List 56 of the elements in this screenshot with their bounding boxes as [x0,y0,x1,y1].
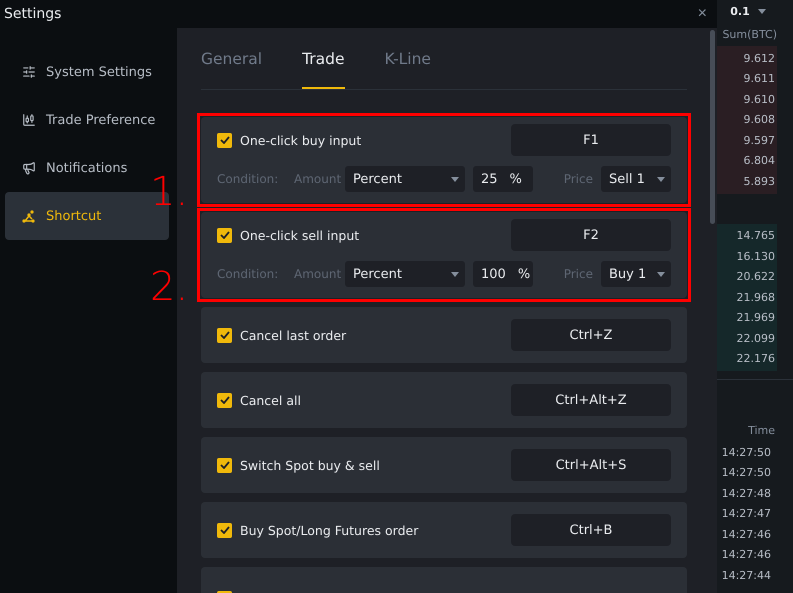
column-header: Time [747,422,776,438]
amount-field[interactable]: 25 % [473,166,533,192]
price-select[interactable]: Sell 1 [601,166,671,192]
tab[interactable]: Trade [302,28,345,89]
ask-sum: 9.610 [742,92,776,108]
trade-time: 14:27:44 [720,568,772,584]
trade-time: 14:27:48 [720,486,772,502]
bid-sum: 22.176 [736,351,776,368]
ask-sum: 6.804 [742,153,776,170]
ask-sum: 9.611 [742,71,776,88]
ask-sum: 9.608 [742,112,776,128]
shortcut-label: One-click sell input [240,228,360,242]
bid-sum: 21.969 [736,310,776,326]
price-label: Price [564,267,593,281]
shortcut-label: One-click buy input [240,132,362,148]
annotation-number: 2. [150,267,188,307]
price-label: Price [564,172,593,186]
key-field[interactable]: F1 [511,124,671,156]
amount-field[interactable]: 100 % [473,261,533,287]
window-title: Settings [4,6,62,22]
trade-time: 14:27:47 [720,506,772,522]
condition-label: Condition: [217,172,280,186]
sidebar-item[interactable]: Trade Preference [5,96,169,144]
bid-sum: 16.130 [736,248,776,265]
bid-sum: 22.099 [736,330,776,347]
key-field[interactable]: Ctrl+Alt+S [511,449,671,481]
trade-time: 14:27:46 [720,547,772,564]
bid-sum: 14.765 [736,228,776,244]
ask-sum: 9.612 [742,50,776,67]
key-field[interactable]: Ctrl+Alt+Z [511,384,671,416]
shortcut-label: Cancel last order [240,328,348,342]
tab[interactable]: K-Line [384,28,431,89]
ask-sum: 5.893 [742,174,776,190]
column-header: Sum(BTC) [721,26,778,42]
trade-time: 14:27:46 [720,526,772,543]
condition-label: Condition: [217,267,280,281]
bid-sum: 20.622 [736,269,776,286]
amount-mode-select[interactable]: Percent [345,166,465,192]
key-field[interactable]: Ctrl+B [511,514,671,546]
bid-sum: 21.968 [736,290,776,306]
ask-sum: 9.597 [742,132,776,149]
shortcut-label: Buy Spot/Long Futures order [240,522,420,538]
amount-label: Amount [294,267,342,281]
trade-time: 14:27:50 [720,465,772,482]
amount-label: Amount [294,172,342,186]
key-field[interactable]: Ctrl+Z [511,319,671,351]
sidebar-item[interactable]: System Settings [5,48,169,96]
shortcut-label: Cancel all [240,392,302,408]
shortcut-label: Switch Spot buy & sell [240,458,381,472]
price-select[interactable]: Buy 1 [601,261,671,287]
tab[interactable]: General [201,28,262,89]
close-button[interactable]: × [698,5,707,23]
amount-mode-select[interactable]: Percent [345,261,465,287]
precision-select[interactable]: 0.1 [730,4,750,18]
trade-time: 14:27:50 [720,444,772,461]
key-field[interactable]: F2 [511,219,671,251]
